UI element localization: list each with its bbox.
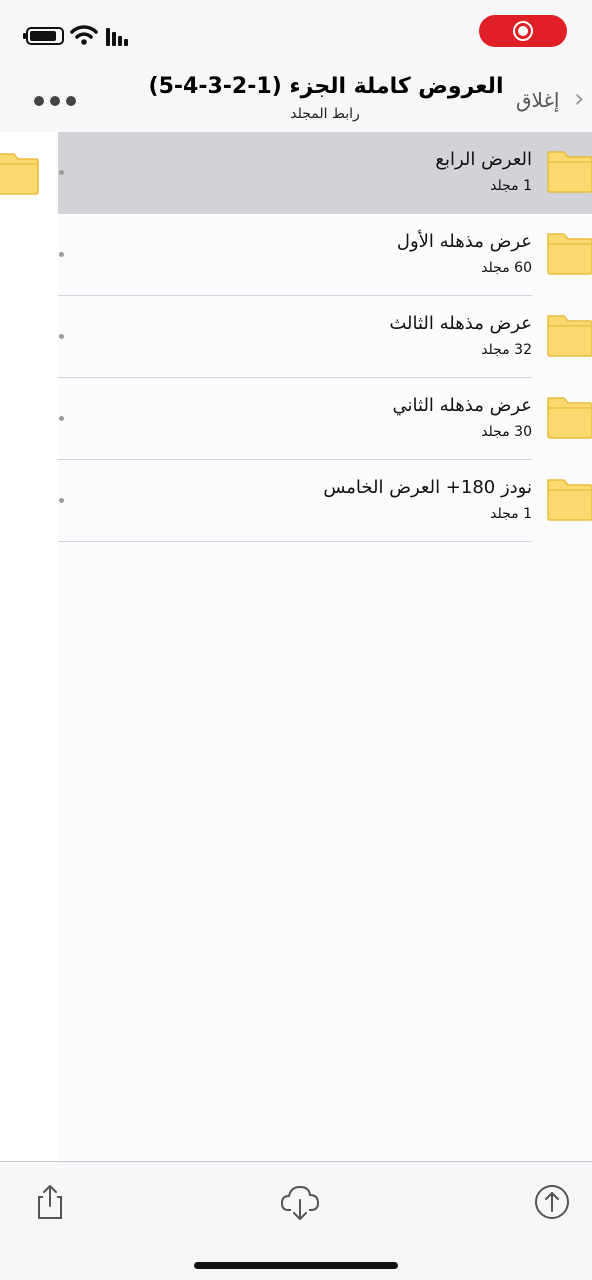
folder-name: عرض مذهله الأول	[396, 231, 532, 252]
share-icon[interactable]	[532, 1182, 572, 1222]
cellular-signal-icon	[106, 28, 130, 46]
folder-icon	[547, 151, 592, 193]
wifi-icon	[70, 25, 98, 45]
home-indicator	[194, 1262, 398, 1269]
row-indicator-dot	[59, 170, 64, 175]
folder-item-count: 30 مجلد	[481, 424, 532, 440]
folder-icon	[547, 315, 592, 357]
navigation-bar: العروض كاملة الجزء (1-2-3-4-5) رابط المج…	[0, 64, 592, 132]
previous-pane	[0, 132, 58, 1161]
row-indicator-dot	[59, 416, 64, 421]
row-indicator-dot	[59, 498, 64, 503]
folder-name: العرض الرابع	[435, 149, 532, 170]
close-button[interactable]: إغلاق	[516, 88, 559, 112]
folder-icon	[547, 233, 592, 275]
page-subtitle: رابط المجلد	[290, 106, 360, 122]
page-title: العروض كاملة الجزء (1-2-3-4-5)	[148, 74, 504, 99]
row-indicator-dot	[59, 334, 64, 339]
more-options-icon[interactable]	[34, 96, 76, 106]
folder-row[interactable]: عرض مذهله الثالث 32 مجلد	[58, 296, 592, 378]
cloud-download-icon[interactable]	[280, 1182, 320, 1222]
folder-icon	[0, 153, 39, 195]
folder-item-count: 32 مجلد	[481, 342, 532, 358]
folder-item-count: 1 مجلد	[490, 178, 532, 194]
folder-row[interactable]: العرض الرابع 1 مجلد	[58, 132, 592, 214]
folder-item-count: 60 مجلد	[481, 260, 532, 276]
folder-row[interactable]: نودز 180+ العرض الخامس 1 مجلد	[58, 460, 592, 542]
screen-recording-indicator[interactable]	[479, 15, 567, 47]
upload-icon[interactable]	[30, 1182, 70, 1222]
folder-name: عرض مذهله الثالث	[389, 313, 532, 334]
battery-icon	[23, 27, 64, 45]
folder-row[interactable]: عرض مذهله الأول 60 مجلد	[58, 214, 592, 296]
folder-item-count: 1 مجلد	[490, 506, 532, 522]
folder-icon	[547, 397, 592, 439]
folder-name: نودز 180+ العرض الخامس	[323, 477, 532, 498]
row-indicator-dot	[59, 252, 64, 257]
chevron-right-icon[interactable]: ›	[574, 86, 584, 112]
row-divider	[58, 541, 532, 542]
folder-row[interactable]: عرض مذهله الثاني 30 مجلد	[58, 378, 592, 460]
folder-name: عرض مذهله الثاني	[392, 395, 532, 416]
folder-icon	[547, 479, 592, 521]
status-bar	[0, 0, 592, 64]
